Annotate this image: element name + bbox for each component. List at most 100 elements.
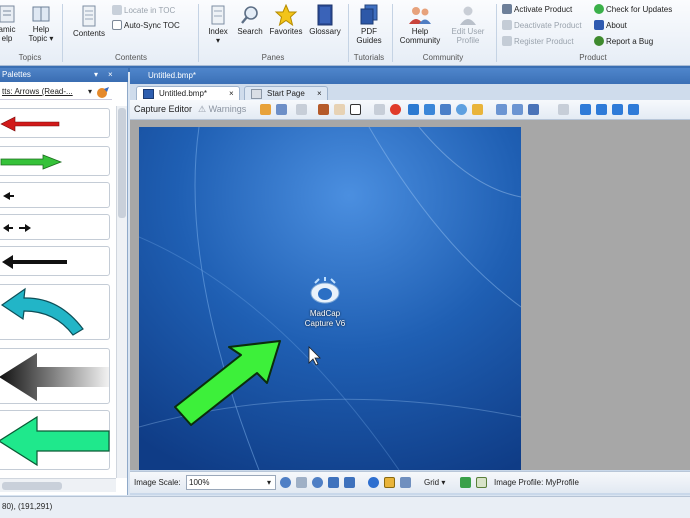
window-tool-icon[interactable] bbox=[496, 104, 507, 115]
record-icon[interactable] bbox=[390, 104, 401, 115]
contents-label: Contents bbox=[72, 29, 106, 38]
palette-horizontal-scrollbar[interactable] bbox=[0, 478, 116, 492]
palette-item-mint-arrow[interactable] bbox=[0, 410, 110, 470]
image-canvas[interactable]: MadCap Capture V6 bbox=[130, 120, 690, 470]
disabled-tool-icon[interactable] bbox=[296, 104, 307, 115]
palette-item-black-arrow[interactable] bbox=[0, 246, 110, 276]
register-product-button[interactable]: Register Product bbox=[502, 35, 574, 48]
palette-item-small-arrow[interactable] bbox=[0, 182, 110, 208]
layout-tool-icon[interactable] bbox=[528, 104, 539, 115]
fit-width-icon[interactable] bbox=[296, 477, 307, 488]
save-image-icon[interactable] bbox=[276, 104, 287, 115]
report-bug-button[interactable]: Report a Bug bbox=[594, 35, 653, 48]
palette-item-green-arrow[interactable] bbox=[0, 146, 110, 176]
magnify-tool-icon[interactable] bbox=[472, 104, 483, 115]
image-scale-label: Image Scale: bbox=[134, 478, 181, 487]
search-button[interactable]: Search bbox=[234, 4, 266, 36]
dynamic-help-button[interactable]: amic elp bbox=[0, 4, 20, 43]
help-community-button[interactable]: Help Community bbox=[396, 4, 444, 45]
contents-button[interactable]: Contents bbox=[70, 4, 108, 38]
fit-page-icon[interactable] bbox=[328, 477, 339, 488]
ribbon: amic elp Help Topic ▾ Topics Contents Lo… bbox=[0, 0, 690, 66]
start-page-icon bbox=[251, 89, 262, 99]
palette-items-list bbox=[0, 106, 116, 478]
disabled-tool-icon[interactable] bbox=[558, 104, 569, 115]
locate-in-toc-button[interactable]: Locate in TOC bbox=[112, 4, 175, 17]
image-bottom-toolbar: Image Scale: 100% ▾ Grid ▾ Image Profile… bbox=[130, 471, 690, 493]
ellipse-tool-icon[interactable] bbox=[456, 104, 467, 115]
disabled-tool-icon[interactable] bbox=[374, 104, 385, 115]
scrollbar-thumb[interactable] bbox=[118, 108, 126, 218]
index-icon bbox=[211, 5, 225, 25]
palette-item-double-arrow[interactable] bbox=[0, 214, 110, 240]
index-button[interactable]: Index ▾ bbox=[204, 4, 232, 45]
tab-start-page[interactable]: Start Page × bbox=[244, 86, 328, 100]
palette-item-curved-teal-arrow[interactable] bbox=[0, 284, 110, 340]
snap-icon[interactable] bbox=[368, 477, 379, 488]
open-image-icon[interactable] bbox=[260, 104, 271, 115]
user-profile-icon bbox=[460, 6, 476, 25]
profile-icon[interactable] bbox=[460, 477, 471, 488]
zoom-in-icon[interactable] bbox=[280, 477, 291, 488]
auto-sync-toc-checkbox[interactable]: Auto-Sync TOC bbox=[112, 19, 180, 32]
image-scale-value: 100% bbox=[189, 478, 210, 487]
help-topic-button[interactable]: Help Topic ▾ bbox=[27, 4, 55, 43]
favorites-button[interactable]: Favorites bbox=[267, 4, 305, 36]
close-tab-icon[interactable]: × bbox=[317, 87, 322, 101]
about-button[interactable]: About bbox=[594, 19, 627, 32]
zoom-out-icon[interactable] bbox=[312, 477, 323, 488]
desktop-screenshot[interactable]: MadCap Capture V6 bbox=[139, 127, 521, 470]
arrow-up-icon[interactable] bbox=[612, 104, 623, 115]
arrow-left-icon[interactable] bbox=[580, 104, 591, 115]
shape-tool-icon[interactable] bbox=[440, 104, 451, 115]
scrollbar-thumb[interactable] bbox=[2, 482, 62, 490]
edit-user-profile-button[interactable]: Edit User Profile bbox=[446, 4, 490, 45]
profile-settings-icon[interactable] bbox=[476, 477, 487, 488]
palette-selector-value: tts: Arrows (Read-... bbox=[2, 87, 73, 96]
palette-manage-icon[interactable] bbox=[96, 86, 110, 100]
warnings-button[interactable]: ⚠ Warnings bbox=[198, 104, 246, 115]
palette-item-gradient-black-arrow[interactable] bbox=[0, 348, 110, 404]
close-tab-icon[interactable]: × bbox=[229, 87, 234, 101]
ribbon-separator bbox=[198, 4, 199, 62]
help-community-label: Help Community bbox=[399, 27, 441, 45]
tab-untitled-bmp[interactable]: Untitled.bmp* × bbox=[136, 86, 240, 100]
cursor-coordinates: 80), (191,291) bbox=[2, 502, 53, 511]
deactivate-product-button[interactable]: Deactivate Product bbox=[502, 19, 582, 32]
check-for-updates-button[interactable]: Check for Updates bbox=[594, 3, 672, 16]
actual-size-icon[interactable] bbox=[344, 477, 355, 488]
about-icon bbox=[594, 20, 604, 30]
grid-dropdown[interactable]: Grid ▾ bbox=[424, 478, 445, 487]
locate-icon bbox=[112, 5, 122, 15]
arrow-tool-icon[interactable] bbox=[408, 104, 419, 115]
grid-toggle-icon[interactable] bbox=[384, 477, 395, 488]
curved-teal-arrow-icon bbox=[0, 287, 84, 336]
locate-in-toc-label: Locate in TOC bbox=[124, 6, 176, 15]
region-tool-icon[interactable] bbox=[512, 104, 523, 115]
tab-label: Untitled.bmp* bbox=[159, 89, 208, 98]
glossary-book-icon bbox=[317, 4, 333, 26]
activate-product-button[interactable]: Activate Product bbox=[502, 3, 572, 16]
close-pane-icon[interactable]: × bbox=[108, 68, 113, 82]
zoom-tool-icon[interactable] bbox=[400, 477, 411, 488]
madcap-capture-icon[interactable] bbox=[307, 277, 343, 305]
status-bar: 80), (191,291) bbox=[0, 496, 690, 518]
pane-options-icon[interactable]: ▾ bbox=[94, 68, 98, 82]
palette-vertical-scrollbar[interactable] bbox=[116, 106, 127, 478]
arrow-right-icon[interactable] bbox=[596, 104, 607, 115]
crop-tool-icon[interactable] bbox=[318, 104, 329, 115]
favorites-label: Favorites bbox=[269, 27, 303, 36]
palette-item-red-arrow[interactable] bbox=[0, 108, 110, 138]
mint-arrow-icon bbox=[0, 415, 110, 467]
palettes-title: Palettes bbox=[2, 70, 31, 79]
arrow-down-icon[interactable] bbox=[628, 104, 639, 115]
line-tool-icon[interactable] bbox=[424, 104, 435, 115]
hand-tool-icon[interactable] bbox=[334, 104, 345, 115]
image-scale-dropdown[interactable]: 100% ▾ bbox=[186, 475, 276, 490]
pdf-guides-button[interactable]: PDF Guides bbox=[352, 4, 386, 45]
help-topic-label: Help Topic ▾ bbox=[28, 25, 54, 43]
glossary-button[interactable]: Glossary bbox=[306, 4, 344, 36]
pointer-tool-icon[interactable] bbox=[350, 104, 361, 115]
double-arrow-icon bbox=[3, 224, 31, 232]
capture-editor-toolbar: Capture Editor ⚠ Warnings bbox=[130, 100, 690, 120]
